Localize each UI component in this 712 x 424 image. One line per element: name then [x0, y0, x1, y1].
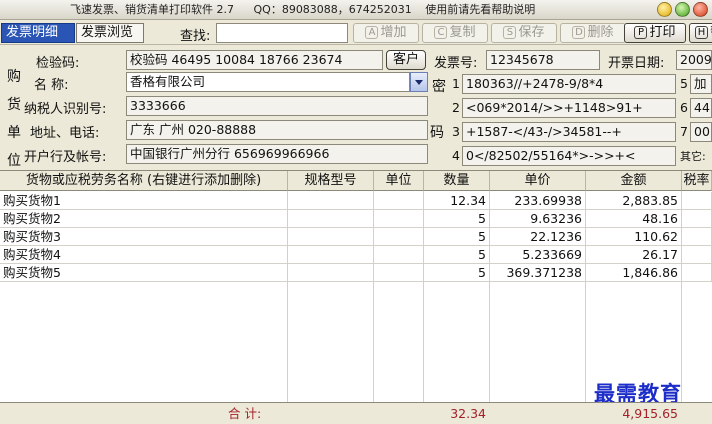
- minimize-icon[interactable]: [657, 2, 672, 17]
- table-row[interactable]: 购买货物5 5 369.371238 1,846.86: [0, 264, 712, 282]
- chevron-down-icon[interactable]: [410, 72, 428, 92]
- col-header-price[interactable]: 单价: [490, 171, 586, 191]
- cipher-index-2: 2: [452, 100, 460, 115]
- buyer-label-3: 单: [7, 125, 21, 141]
- address-field[interactable]: 广东 广州 020-88888: [126, 120, 428, 140]
- cipher-row-1[interactable]: 180363//+2478-9/8*4: [462, 74, 676, 94]
- col-header-spec[interactable]: 规格型号: [288, 171, 374, 191]
- copy-button[interactable]: C 复制: [422, 23, 488, 43]
- window-title: 飞速发票、销货清单打印软件 2.7: [70, 3, 234, 16]
- check-code-label: 检验码:: [36, 56, 80, 71]
- title-bar: 飞速发票、销货清单打印软件 2.7 QQ：89083088，674252031 …: [0, 0, 712, 20]
- invoice-header: 购 货 单 位 检验码: 校验码 46495 10084 18766 23674…: [0, 46, 712, 169]
- help-key: H: [694, 26, 708, 39]
- cipher-row-4[interactable]: 0</82502/55164*>->>+<: [462, 146, 676, 166]
- extra-row-6[interactable]: 44: [690, 98, 712, 118]
- col-header-name[interactable]: 货物或应税劳务名称 (右键进行添加删除): [0, 171, 288, 191]
- table-row[interactable]: 购买货物2 5 9.63236 48.16: [0, 210, 712, 228]
- delete-key: D: [572, 26, 586, 39]
- totals-row: 合 计: 32.34 4,915.65: [0, 402, 712, 424]
- buyer-label-1: 购: [7, 69, 21, 85]
- extra-index-7: 7: [680, 124, 688, 139]
- extra-row-7[interactable]: 00: [690, 122, 712, 142]
- col-header-amount[interactable]: 金额: [586, 171, 682, 191]
- delete-button[interactable]: D 删除: [560, 23, 626, 43]
- maximize-icon[interactable]: [675, 2, 690, 17]
- add-key: A: [365, 26, 379, 39]
- table-row[interactable]: 购买货物1 12.34 233.69938 2,883.85: [0, 192, 712, 210]
- buyer-label-4: 位: [7, 153, 21, 169]
- col-header-qty[interactable]: 数量: [424, 171, 490, 191]
- name-label: 名 称:: [34, 78, 69, 93]
- cipher-index-3: 3: [452, 124, 460, 139]
- print-key: P: [634, 26, 648, 39]
- tab-invoice-detail[interactable]: 发票明细: [1, 23, 75, 43]
- cipher-row-3[interactable]: +1587-</43-/>34581--+: [462, 122, 676, 142]
- close-icon[interactable]: [693, 2, 708, 17]
- invoice-date-field[interactable]: 2009: [676, 50, 712, 70]
- tax-id-label: 纳税人识别号:: [24, 102, 107, 117]
- total-label: 合 计:: [228, 406, 262, 421]
- col-header-unit[interactable]: 单位: [374, 171, 424, 191]
- extra-index-6: 6: [680, 100, 688, 115]
- check-code-field[interactable]: 校验码 46495 10084 18766 23674: [126, 50, 383, 70]
- invoice-date-label: 开票日期:: [608, 56, 665, 71]
- table-row[interactable]: 购买货物3 5 22.1236 110.62: [0, 228, 712, 246]
- table-row[interactable]: 购买货物4 5 5.233669 26.17: [0, 246, 712, 264]
- cipher-index-1: 1: [452, 76, 460, 91]
- save-key: S: [503, 26, 517, 39]
- cipher-label-1: 密: [432, 79, 446, 95]
- add-button[interactable]: A 增加: [353, 23, 419, 43]
- save-button[interactable]: S 保存: [491, 23, 557, 43]
- help-note: 使用前请先看帮助说明: [425, 3, 536, 16]
- items-table: 货物或应税劳务名称 (右键进行添加删除) 规格型号 单位 数量 单价 金额 税率…: [0, 170, 712, 403]
- customer-button[interactable]: 客户: [386, 50, 426, 70]
- bank-field[interactable]: 中国银行广州分行 656969966966: [126, 144, 428, 164]
- extra-index-5: 5: [680, 76, 688, 91]
- name-field[interactable]: 香格有限公司: [126, 72, 410, 92]
- buyer-label-2: 货: [7, 97, 21, 113]
- bank-label: 开户行及帐号:: [24, 150, 107, 165]
- search-input[interactable]: [216, 23, 348, 43]
- cipher-index-4: 4: [452, 148, 460, 163]
- copy-key: C: [434, 26, 448, 39]
- col-header-tax-rate[interactable]: 税率: [682, 171, 712, 191]
- toolbar: 发票明细 发票浏览 查找: A增加 C复制 S保存 D删除 P打印 H帮: [0, 21, 712, 45]
- help-button[interactable]: H帮: [689, 23, 712, 43]
- search-label: 查找:: [180, 29, 211, 44]
- total-quantity: 32.34: [450, 406, 486, 421]
- qq-info: QQ：89083088，674252031: [253, 3, 412, 16]
- invoice-no-field[interactable]: 12345678: [486, 50, 600, 70]
- cipher-row-2[interactable]: <069*2014/>>+1148>91+: [462, 98, 676, 118]
- address-label: 地址、电话:: [30, 126, 100, 141]
- tab-invoice-browse[interactable]: 发票浏览: [76, 23, 144, 43]
- cipher-label-2: 码: [430, 125, 444, 141]
- tax-id-field[interactable]: 3333666: [126, 96, 428, 116]
- invoice-no-label: 发票号:: [434, 56, 478, 71]
- print-button[interactable]: P 打印: [624, 23, 686, 43]
- extra-row-5[interactable]: 加: [690, 74, 712, 94]
- total-amount: 4,915.65: [622, 406, 678, 421]
- other-label: 其它:: [680, 150, 706, 163]
